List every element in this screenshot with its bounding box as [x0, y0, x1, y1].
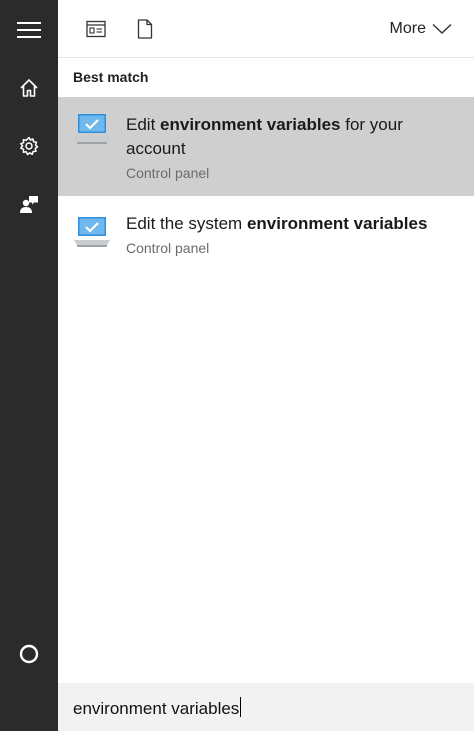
feedback-person-icon [20, 196, 38, 213]
result-title: Edit environment variables for your acco… [126, 115, 403, 158]
settings-button[interactable] [0, 118, 58, 174]
cortana-button[interactable] [0, 626, 58, 682]
home-button[interactable] [0, 60, 58, 116]
document-icon [137, 19, 153, 39]
filter-toolbar: More [58, 0, 474, 58]
feedback-button[interactable] [0, 176, 58, 232]
search-input[interactable]: environment variables [73, 697, 242, 719]
gear-icon [20, 136, 39, 156]
home-icon [20, 79, 38, 97]
chevron-down-icon [432, 23, 452, 34]
result-subtitle: Control panel [126, 240, 210, 256]
more-filters-button[interactable]: More [390, 17, 452, 41]
result-item-system-env-vars[interactable]: Edit the system environment variables Co… [58, 196, 474, 274]
left-rail [0, 0, 58, 731]
monitor-checkmark-icon [74, 217, 110, 247]
cortana-circle-icon [19, 644, 39, 664]
result-subtitle: Control panel [126, 165, 210, 181]
monitor-checkmark-icon [74, 114, 110, 144]
text-caret [240, 697, 242, 717]
hamburger-menu-icon [17, 22, 41, 38]
best-match-header: Best match [73, 69, 149, 85]
apps-filter-button[interactable] [81, 14, 111, 44]
result-item-account-env-vars[interactable]: Edit environment variables for your acco… [58, 97, 474, 196]
hamburger-menu-button[interactable] [0, 2, 58, 58]
documents-filter-button[interactable] [130, 14, 160, 44]
result-title: Edit the system environment variables [126, 214, 428, 233]
more-label: More [389, 20, 426, 37]
apps-filter-icon [86, 20, 106, 38]
search-box[interactable]: environment variables [58, 683, 474, 731]
